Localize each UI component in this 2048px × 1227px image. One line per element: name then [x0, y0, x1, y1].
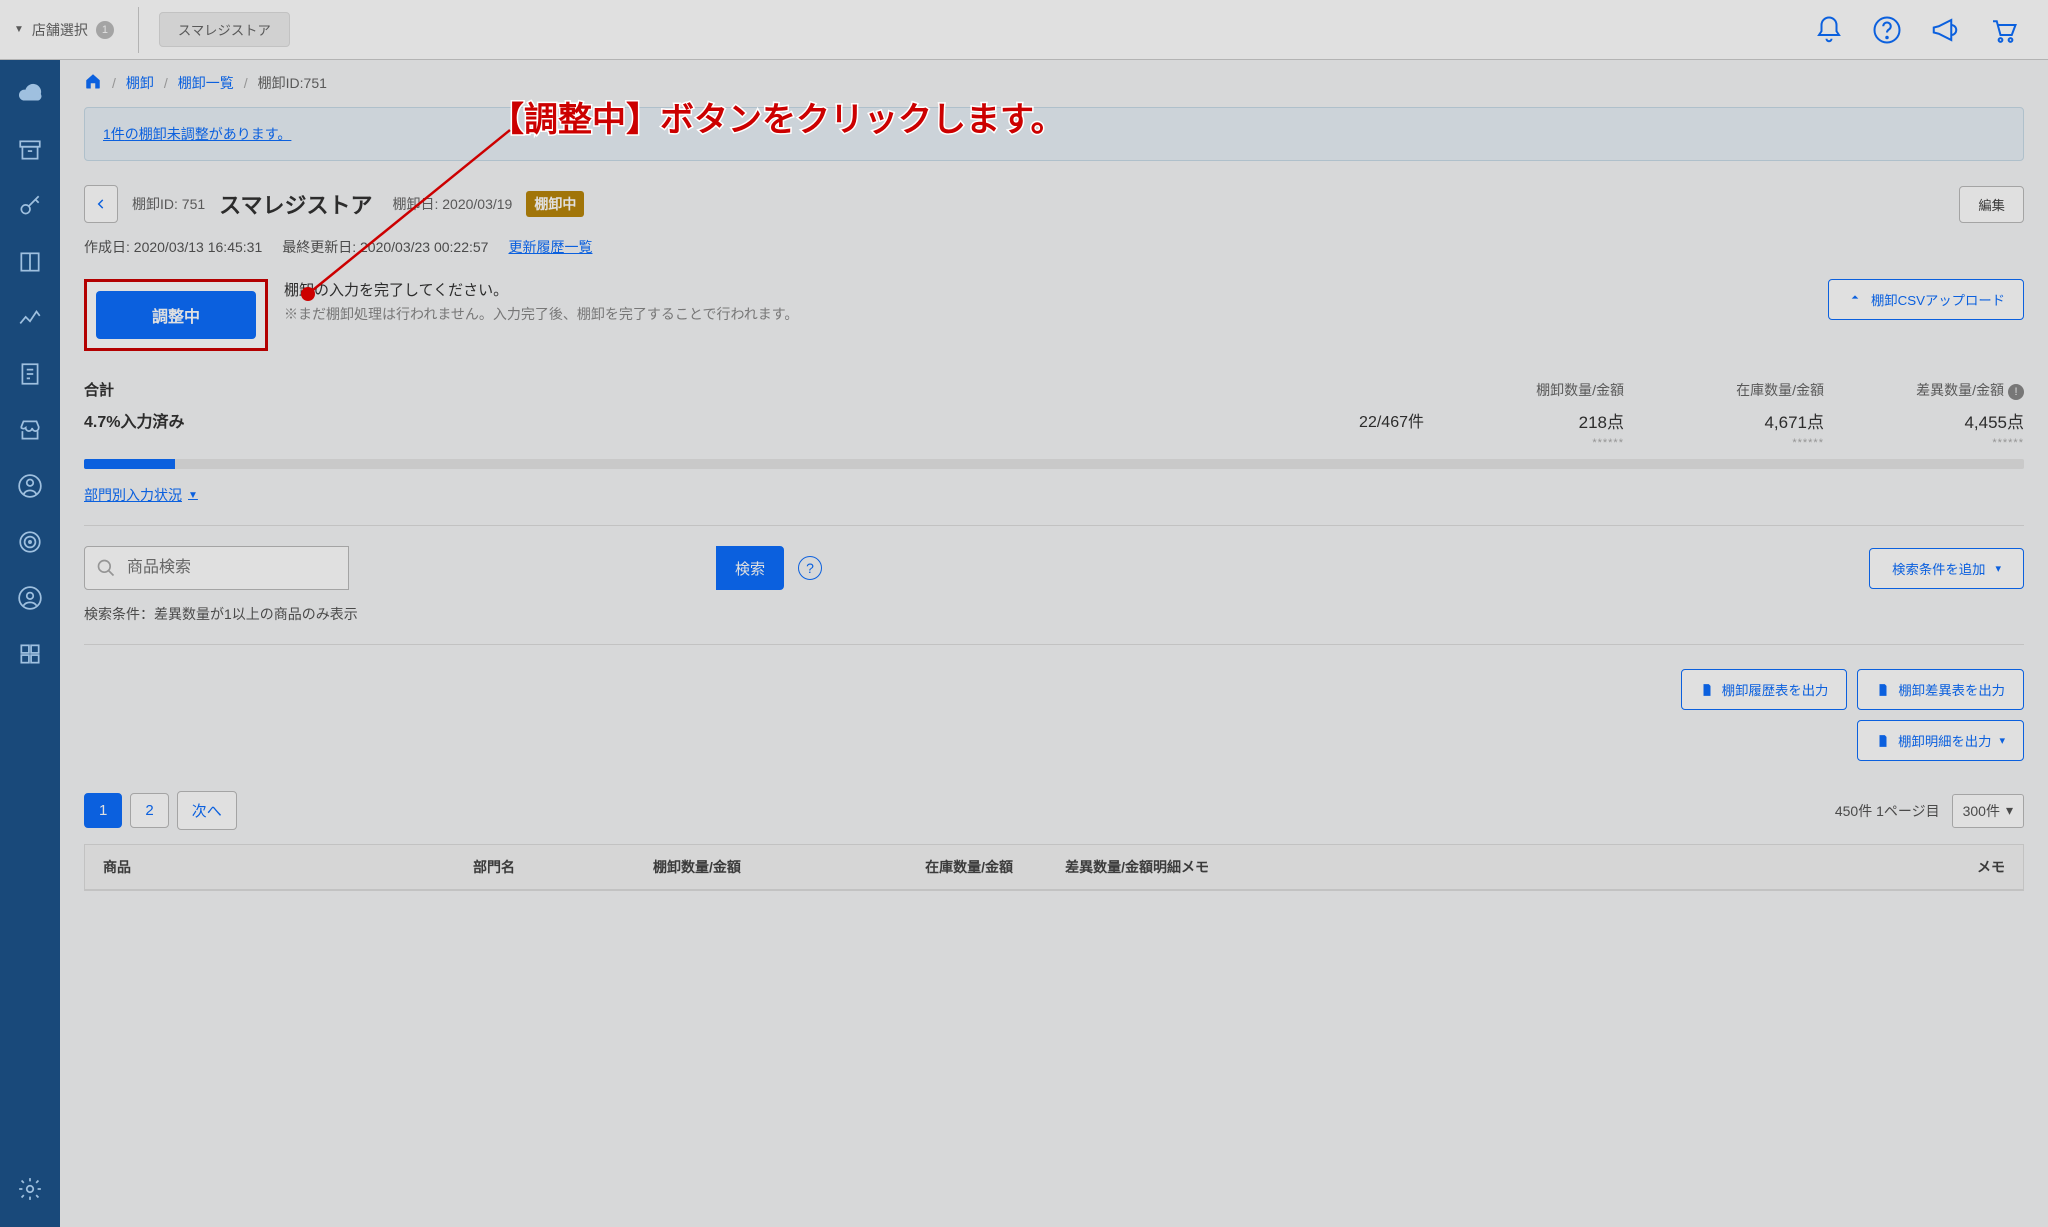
- progress-bar: [84, 459, 2024, 469]
- sidebar: [0, 60, 60, 1227]
- export-detail-button[interactable]: 棚卸明細を出力▾: [1857, 720, 2024, 761]
- inventory-date-label: 棚卸日: 2020/03/19: [392, 194, 512, 214]
- breadcrumb-separator: /: [244, 75, 248, 91]
- megaphone-icon[interactable]: [1930, 15, 1960, 45]
- back-button[interactable]: [84, 185, 118, 223]
- department-breakdown-link[interactable]: 部門別入力状況▼: [84, 485, 198, 505]
- store-count-badge: 1: [96, 21, 114, 39]
- summary-col-3: 差異数量/金額!: [1824, 380, 2024, 400]
- th-detail-memo: 明細メモ: [1153, 857, 1253, 877]
- action-instruction-2: ※まだ棚卸処理は行われません。入力完了後、棚卸を完了することで行われます。: [284, 304, 798, 324]
- store-select-dropdown[interactable]: ▼ 店舗選択 1: [0, 20, 138, 40]
- sidebar-item-analytics[interactable]: [0, 290, 60, 346]
- search-conditions-label: 検索条件：差異数量が1以上の商品のみ表示: [84, 604, 2024, 624]
- th-stock: 在庫数量/金額: [883, 857, 1013, 877]
- caret-down-icon: ▼: [188, 490, 198, 501]
- product-table: 商品 部門名 棚卸数量/金額 在庫数量/金額 差異数量/金額 明細メモ メモ: [84, 844, 2024, 891]
- export-diff-button[interactable]: 棚卸差異表を出力: [1857, 669, 2024, 710]
- edit-button[interactable]: 編集: [1959, 186, 2024, 223]
- inventory-id-label: 棚卸ID: 751: [132, 194, 205, 214]
- item-ratio: 22/467件: [687, 408, 1424, 432]
- breadcrumb-link-2[interactable]: 棚卸一覧: [178, 73, 234, 93]
- per-page-select[interactable]: 300件▾: [1952, 794, 2024, 828]
- th-diff: 差異数量/金額: [1013, 857, 1153, 877]
- summary-col-1: 棚卸数量/金額: [1424, 380, 1624, 400]
- chevron-down-icon: ▾: [1995, 562, 2001, 575]
- th-memo: メモ: [1253, 857, 2005, 877]
- caret-down-icon: ▼: [14, 24, 24, 35]
- export-history-button[interactable]: 棚卸履歴表を出力: [1681, 669, 1848, 710]
- masked-amount: ******: [1824, 437, 2024, 449]
- help-icon[interactable]: [1872, 15, 1902, 45]
- sidebar-item-store[interactable]: [0, 402, 60, 458]
- summary-col-2: 在庫数量/金額: [1624, 380, 1824, 400]
- store-button[interactable]: スマレジストア: [159, 12, 290, 47]
- cart-icon[interactable]: [1988, 15, 2018, 45]
- sidebar-item-apps[interactable]: [0, 626, 60, 682]
- search-icon: [96, 558, 116, 578]
- sidebar-item-user[interactable]: [0, 458, 60, 514]
- action-instruction-1: 棚卸の入力を完了してください。: [284, 279, 798, 300]
- status-badge: 棚卸中: [526, 191, 584, 217]
- breadcrumb-link-1[interactable]: 棚卸: [126, 73, 154, 93]
- sidebar-item-archive[interactable]: [0, 122, 60, 178]
- info-icon[interactable]: !: [2008, 384, 2024, 400]
- stock-qty: 4,671点: [1624, 408, 1824, 433]
- sidebar-item-settings[interactable]: [0, 1161, 60, 1217]
- search-input[interactable]: [84, 546, 349, 590]
- bell-icon[interactable]: [1814, 15, 1844, 45]
- sidebar-item-target[interactable]: [0, 514, 60, 570]
- masked-amount: ******: [1424, 437, 1624, 449]
- breadcrumb-current: 棚卸ID:751: [258, 73, 327, 93]
- page-next[interactable]: 次へ: [177, 791, 237, 830]
- breadcrumb-separator: /: [112, 75, 116, 91]
- summary-label: 合計: [84, 379, 114, 400]
- add-condition-button[interactable]: 検索条件を追加▾: [1869, 548, 2024, 589]
- caret-down-icon: ▾: [1999, 734, 2005, 747]
- th-product: 商品: [103, 857, 473, 877]
- notice-link[interactable]: 1件の棚卸未調整があります。: [103, 126, 291, 142]
- page-2[interactable]: 2: [130, 793, 168, 828]
- page-1[interactable]: 1: [84, 793, 122, 828]
- csv-upload-button[interactable]: 棚卸CSVアップロード: [1828, 279, 2024, 320]
- store-title: スマレジストア: [219, 188, 372, 220]
- pager-info: 450件 1ページ目: [1835, 801, 1940, 821]
- breadcrumb-separator: /: [164, 75, 168, 91]
- th-inventory: 棚卸数量/金額: [653, 857, 883, 877]
- sidebar-item-key[interactable]: [0, 178, 60, 234]
- diff-qty: 4,455点: [1824, 408, 2024, 433]
- adjust-highlight-box: 調整中: [84, 279, 268, 351]
- sidebar-item-receipt[interactable]: [0, 346, 60, 402]
- masked-amount: ******: [1624, 437, 1824, 449]
- history-link[interactable]: 更新履歴一覧: [508, 237, 592, 257]
- divider: [138, 7, 139, 53]
- sidebar-item-account[interactable]: [0, 570, 60, 626]
- breadcrumb-home[interactable]: [84, 72, 102, 93]
- created-at: 作成日: 2020/03/13 16:45:31: [84, 237, 262, 257]
- annotation-callout: 【調整中】ボタンをクリックします。: [490, 92, 1065, 141]
- breadcrumb: / 棚卸 / 棚卸一覧 / 棚卸ID:751: [84, 72, 2024, 93]
- percent-complete: 4.7%入力済み: [84, 414, 184, 431]
- store-select-label: 店舗選択: [32, 20, 88, 40]
- th-department: 部門名: [473, 857, 653, 877]
- inventory-qty: 218点: [1424, 408, 1624, 433]
- caret-down-icon: ▾: [2006, 802, 2013, 819]
- sidebar-item-cloud[interactable]: [0, 66, 60, 122]
- updated-at: 最終更新日: 2020/03/23 00:22:57: [282, 237, 488, 257]
- adjust-button[interactable]: 調整中: [96, 291, 256, 339]
- search-button[interactable]: 検索: [716, 546, 784, 590]
- search-help-icon[interactable]: ?: [798, 556, 822, 580]
- sidebar-item-book[interactable]: [0, 234, 60, 290]
